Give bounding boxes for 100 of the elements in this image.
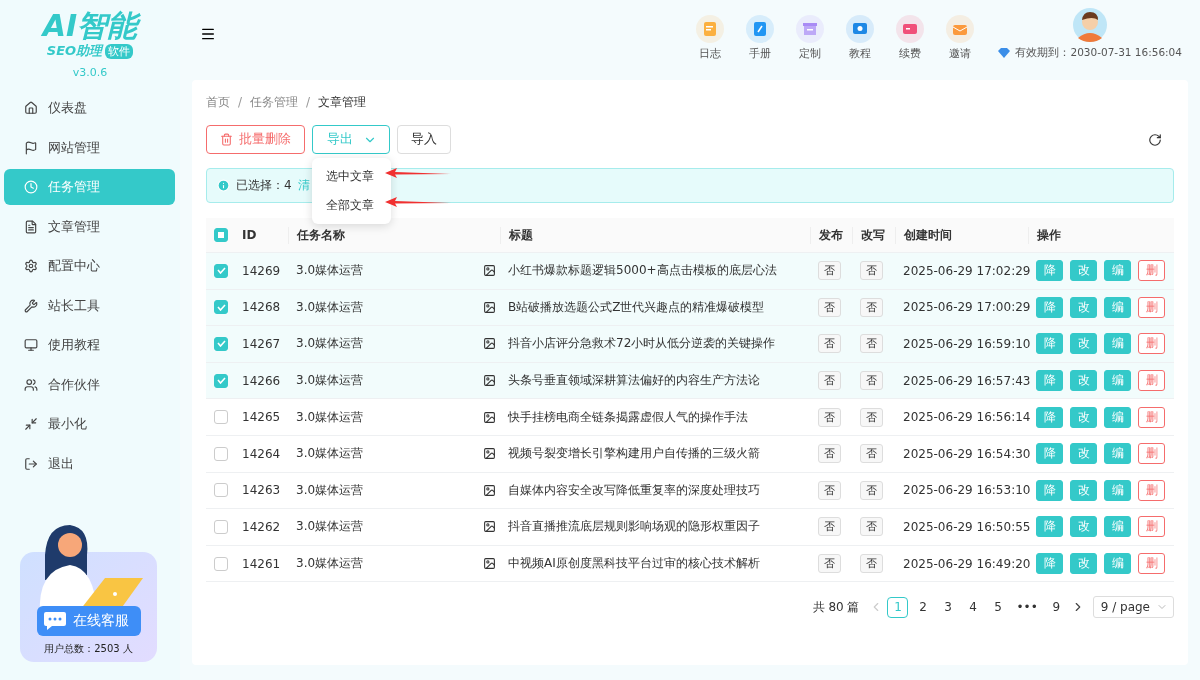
delete-button[interactable]: 删 [1138, 296, 1165, 318]
action-button[interactable]: 降 [1036, 296, 1063, 318]
trash-icon [220, 133, 233, 146]
sidebar-item[interactable]: 退出 [4, 445, 175, 482]
sidebar-item[interactable]: 使用教程 [4, 327, 175, 363]
action-button[interactable]: 降 [1036, 516, 1063, 538]
table-cell-text: 抖音小店评分急救术72小时从低分逆袭的关键操作 [507, 335, 777, 353]
status-tag: 否 [860, 407, 883, 427]
action-button[interactable]: 编 [1104, 260, 1131, 282]
action-button[interactable]: 改 [1070, 516, 1097, 538]
action-button[interactable]: 编 [1104, 406, 1131, 428]
select-all-checkbox[interactable] [214, 228, 228, 242]
import-button[interactable]: 导入 [397, 125, 451, 154]
table-cell-text: 3.0媒体运营 [295, 555, 365, 573]
refresh-button[interactable] [1148, 132, 1162, 147]
status-tag: 否 [860, 480, 883, 500]
action-button[interactable]: 降 [1036, 406, 1063, 428]
table-cell-text: 3.0媒体运营 [295, 481, 365, 499]
sidebar-item[interactable]: 网站管理 [4, 129, 175, 166]
breadcrumb-item[interactable]: 首页 [206, 93, 230, 111]
sidebar-item[interactable]: 站长工具 [4, 287, 175, 324]
row-checkbox[interactable] [214, 373, 228, 388]
sidebar-item[interactable]: 任务管理 [4, 169, 175, 205]
page-size-select[interactable]: 9 / page [1092, 596, 1174, 619]
action-button[interactable]: 改 [1070, 553, 1097, 575]
status-tag: 否 [818, 517, 841, 537]
table-cell-text: 3.0媒体运营 [295, 298, 365, 316]
delete-button[interactable]: 删 [1138, 333, 1165, 355]
delete-button[interactable]: 删 [1138, 553, 1165, 575]
status-tag: 否 [860, 517, 883, 537]
row-checkbox[interactable] [214, 410, 228, 425]
table-cell-text: 3.0媒体运营 [295, 372, 365, 390]
shortcut-label: 邀请 [949, 46, 972, 61]
action-button[interactable]: 改 [1070, 370, 1097, 392]
action-button[interactable]: 编 [1104, 516, 1131, 538]
table-cell-text: 2025-06-29 17:02:29 [902, 263, 1028, 278]
delete-button[interactable]: 删 [1138, 370, 1165, 392]
breadcrumb-item: 文章管理 [318, 93, 367, 111]
action-button[interactable]: 编 [1104, 296, 1131, 318]
table-cell-text: 2025-06-29 16:53:10 [902, 483, 1028, 498]
batch-delete-button[interactable]: 批量删除 [206, 125, 305, 154]
action-button[interactable]: 改 [1070, 443, 1097, 465]
status-tag: 否 [860, 444, 883, 464]
delete-button[interactable]: 删 [1138, 406, 1165, 428]
action-button[interactable]: 编 [1104, 479, 1131, 501]
action-button[interactable]: 改 [1070, 260, 1097, 282]
row-checkbox[interactable] [214, 300, 228, 315]
action-button[interactable]: 编 [1104, 443, 1131, 465]
menu-item[interactable]: 全部文章 [312, 191, 391, 220]
table-cell-text: 小红书爆款标题逻辑5000+高点击模板的底层心法 [507, 262, 778, 280]
sidebar-item[interactable]: 合作伙伴 [4, 366, 175, 403]
action-button[interactable]: 编 [1104, 333, 1131, 355]
online-support-button[interactable]: 在线客服 [36, 606, 141, 636]
status-tag: 否 [818, 261, 841, 281]
action-button[interactable]: 降 [1036, 370, 1063, 392]
sidebar-item[interactable]: 最小化 [4, 406, 175, 442]
logo-subtitle: SEO助理 [46, 42, 103, 60]
selected-count: 已选择：4 [236, 177, 292, 194]
action-button[interactable]: 降 [1036, 260, 1063, 282]
status-tag: 否 [860, 554, 883, 574]
sidebar-item[interactable]: 配置中心 [4, 248, 175, 284]
delete-button[interactable]: 删 [1138, 516, 1165, 538]
action-button[interactable]: 编 [1104, 553, 1131, 575]
chat-icon [42, 611, 67, 631]
row-checkbox[interactable] [214, 337, 228, 351]
menu-item[interactable]: 选中文章 [312, 162, 391, 191]
action-button[interactable]: 降 [1036, 479, 1063, 501]
shortcut-label: 教程 [849, 46, 872, 61]
row-checkbox[interactable] [214, 483, 228, 498]
action-button[interactable]: 改 [1070, 296, 1097, 318]
page-button[interactable]: 1 [887, 596, 909, 618]
action-button[interactable]: 降 [1036, 443, 1063, 465]
action-button[interactable]: 编 [1104, 370, 1131, 392]
menu-icon[interactable] [200, 26, 216, 42]
clear-link[interactable]: 清 [297, 177, 310, 194]
table-cell-text: 中视频AI原创度黑科技平台过审的核心技术解析 [507, 555, 761, 573]
sidebar-item[interactable]: 仪表盘 [4, 90, 175, 126]
action-button[interactable]: 降 [1036, 553, 1063, 575]
delete-button[interactable]: 删 [1138, 479, 1165, 501]
row-checkbox[interactable] [214, 556, 228, 571]
action-button[interactable]: 改 [1070, 406, 1097, 428]
table-cell-text: 2025-06-29 16:57:43 [902, 373, 1028, 388]
status-tag: 否 [818, 480, 841, 500]
row-checkbox[interactable] [214, 519, 228, 534]
status-tag: 否 [860, 334, 883, 354]
row-checkbox[interactable] [214, 263, 228, 278]
sidebar-item[interactable]: 文章管理 [4, 208, 175, 245]
avatar[interactable] [1072, 8, 1107, 42]
action-button[interactable]: 降 [1036, 333, 1063, 355]
action-button[interactable]: 改 [1070, 479, 1097, 501]
status-tag: 否 [818, 444, 841, 464]
table-cell-text: B站破播放选题公式Z世代兴趣点的精准爆破模型 [507, 298, 766, 316]
export-button[interactable]: 导出 [312, 125, 390, 154]
row-checkbox[interactable] [214, 446, 228, 461]
breadcrumb-item[interactable]: 任务管理 [250, 93, 299, 111]
action-button[interactable]: 改 [1070, 333, 1097, 355]
user-count: 用户总数：2503 人 [44, 642, 133, 656]
column-header: ID [241, 228, 258, 242]
delete-button[interactable]: 删 [1138, 443, 1165, 465]
delete-button[interactable]: 删 [1138, 260, 1165, 282]
